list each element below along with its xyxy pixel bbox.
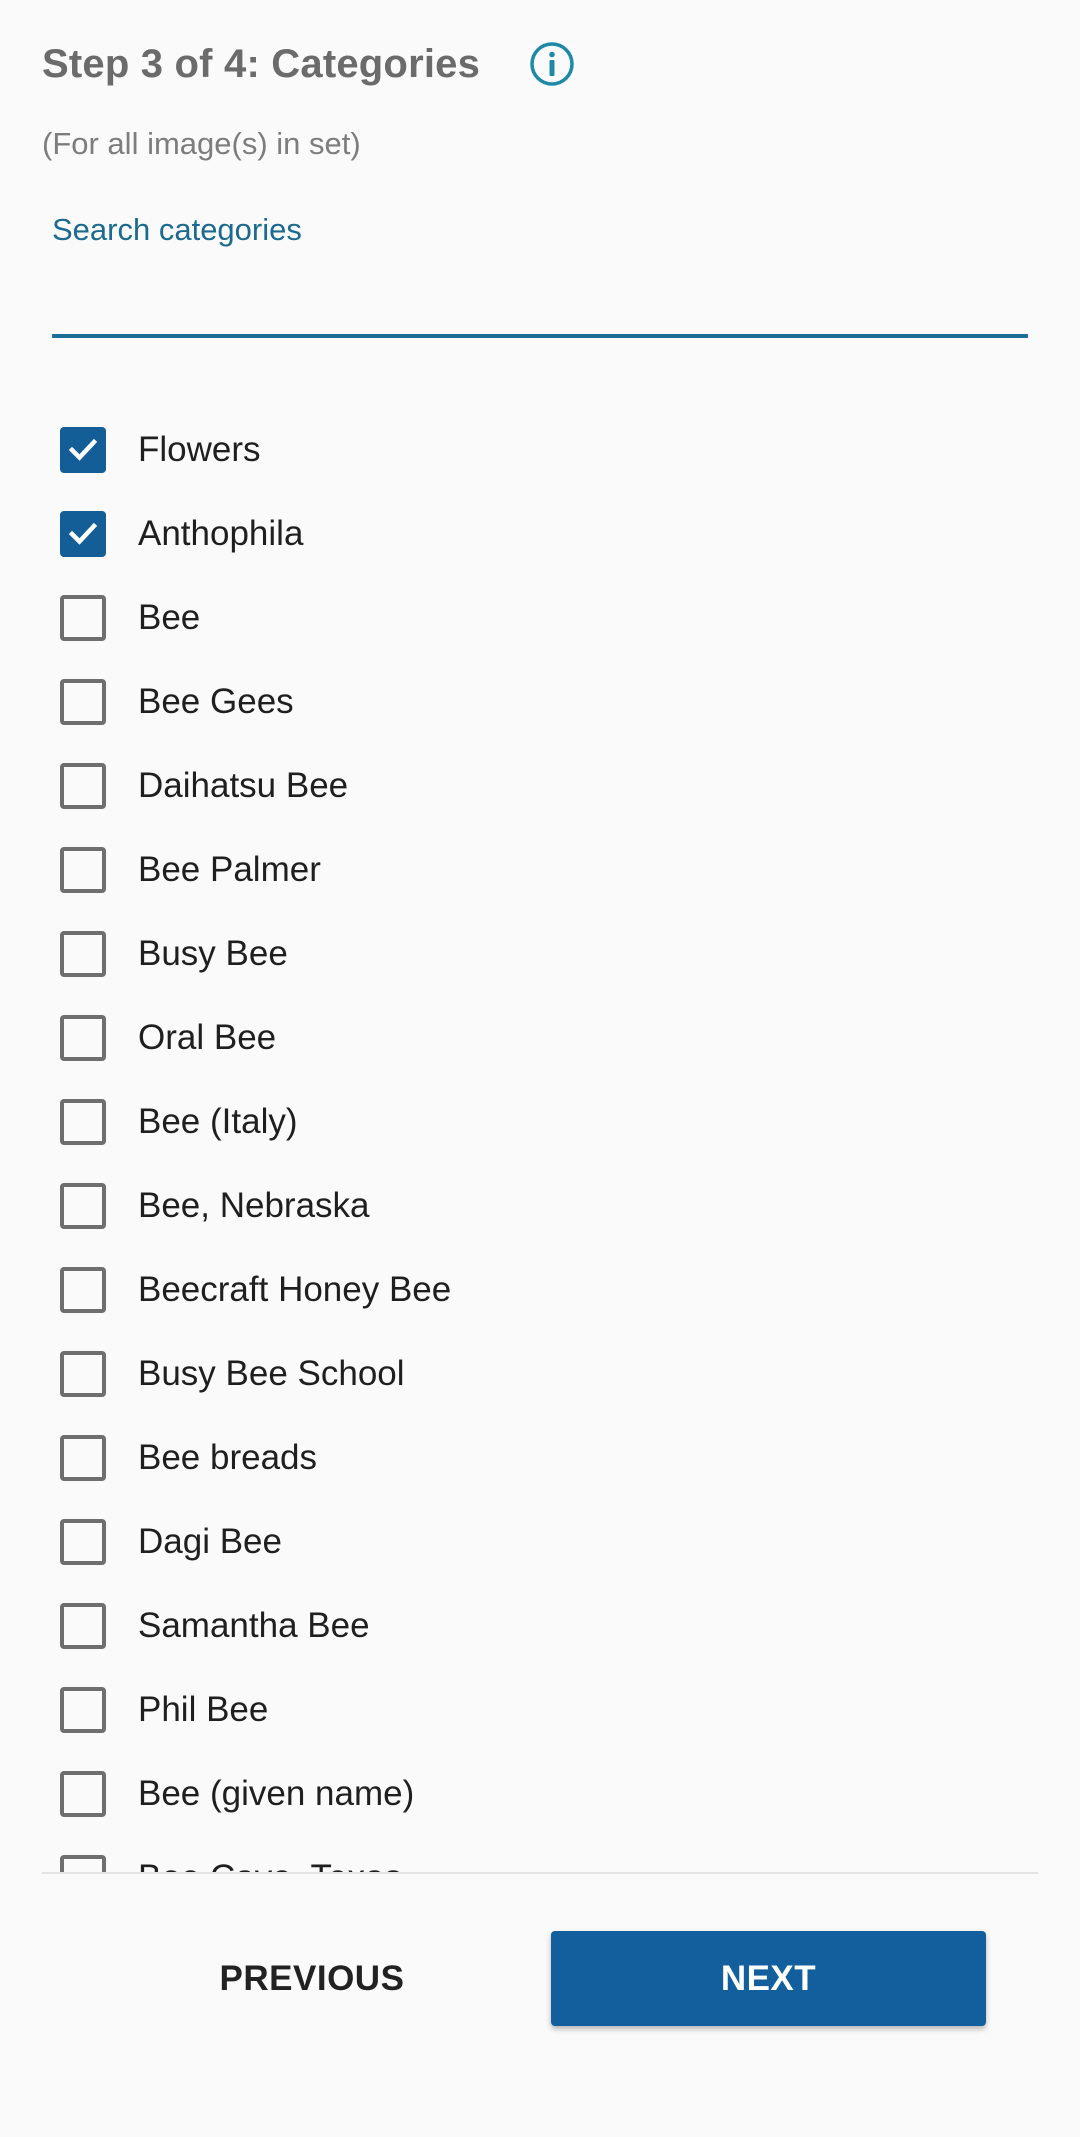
category-label: Bee Cave, Texas xyxy=(138,1858,402,1872)
list-item[interactable]: Bee Gees xyxy=(0,660,1080,744)
category-label: Daihatsu Bee xyxy=(138,766,349,805)
category-list[interactable]: Flowers Anthophila Bee Bee Gees Daihatsu Bee… xyxy=(0,408,1080,1872)
category-label: Bee breads xyxy=(138,1438,318,1477)
category-label: Bee Gees xyxy=(138,682,294,721)
category-label: Busy Bee xyxy=(138,934,288,973)
category-checkbox[interactable] xyxy=(60,763,106,809)
category-label: Bee Palmer xyxy=(138,850,321,889)
list-item[interactable]: Oral Bee xyxy=(0,996,1080,1080)
list-item[interactable]: Busy Bee xyxy=(0,912,1080,996)
category-label: Anthophila xyxy=(138,514,304,553)
category-label: Phil Bee xyxy=(138,1690,269,1729)
category-checkbox[interactable] xyxy=(60,1687,106,1733)
category-checkbox[interactable] xyxy=(60,1099,106,1145)
category-checkbox[interactable] xyxy=(60,1435,106,1481)
list-item[interactable]: Beecraft Honey Bee xyxy=(0,1248,1080,1332)
upload-categories-screen: Step 3 of 4: Categories (For all image(s… xyxy=(0,0,1080,2137)
search-field: Search categories xyxy=(52,212,1028,346)
category-label: Dagi Bee xyxy=(138,1522,282,1561)
category-checkbox[interactable] xyxy=(60,931,106,977)
category-checkbox[interactable] xyxy=(60,1351,106,1397)
category-checkbox[interactable] xyxy=(60,679,106,725)
category-label: Busy Bee School xyxy=(138,1354,405,1393)
next-button[interactable]: NEXT xyxy=(551,1931,986,2026)
category-checkbox[interactable] xyxy=(60,847,106,893)
category-label: Bee (given name) xyxy=(138,1774,415,1813)
list-item[interactable]: Bee xyxy=(0,576,1080,660)
header: Step 3 of 4: Categories xyxy=(42,40,576,88)
list-item[interactable]: Bee, Nebraska xyxy=(0,1164,1080,1248)
category-checkbox[interactable] xyxy=(60,511,106,557)
list-item[interactable]: Flowers xyxy=(0,408,1080,492)
category-checkbox[interactable] xyxy=(60,1267,106,1313)
category-checkbox[interactable] xyxy=(60,595,106,641)
page-title: Step 3 of 4: Categories xyxy=(42,41,481,86)
category-checkbox[interactable] xyxy=(60,427,106,473)
search-input[interactable] xyxy=(52,264,1028,338)
search-label: Search categories xyxy=(52,212,302,247)
category-label: Beecraft Honey Bee xyxy=(138,1270,452,1309)
list-item[interactable]: Anthophila xyxy=(0,492,1080,576)
category-checkbox[interactable] xyxy=(60,1015,106,1061)
category-label: Bee, Nebraska xyxy=(138,1186,370,1225)
category-checkbox[interactable] xyxy=(60,1519,106,1565)
previous-button[interactable]: PREVIOUS xyxy=(152,1932,472,2026)
category-label: Oral Bee xyxy=(138,1018,277,1057)
category-checkbox[interactable] xyxy=(60,1603,106,1649)
page-subtitle: (For all image(s) in set) xyxy=(42,126,361,161)
category-list-items: Flowers Anthophila Bee Bee Gees Daihatsu Bee… xyxy=(0,408,1080,1872)
category-checkbox[interactable] xyxy=(60,1771,106,1817)
check-icon xyxy=(68,522,98,545)
category-label: Bee (Italy) xyxy=(138,1102,298,1141)
list-item[interactable]: Bee (Italy) xyxy=(0,1080,1080,1164)
list-item[interactable]: Bee Palmer xyxy=(0,828,1080,912)
list-item[interactable]: Bee Cave, Texas xyxy=(0,1836,1080,1872)
list-item[interactable]: Phil Bee xyxy=(0,1668,1080,1752)
list-item[interactable]: Busy Bee School xyxy=(0,1332,1080,1416)
list-item[interactable]: Dagi Bee xyxy=(0,1500,1080,1584)
category-label: Flowers xyxy=(138,430,261,469)
list-item[interactable]: Daihatsu Bee xyxy=(0,744,1080,828)
list-item[interactable]: Samantha Bee xyxy=(0,1584,1080,1668)
divider xyxy=(42,1872,1038,1874)
category-label: Bee xyxy=(138,598,201,637)
category-checkbox[interactable] xyxy=(60,1855,106,1872)
list-item[interactable]: Bee breads xyxy=(0,1416,1080,1500)
check-icon xyxy=(68,438,98,461)
category-label: Samantha Bee xyxy=(138,1606,370,1645)
list-item[interactable]: Bee (given name) xyxy=(0,1752,1080,1836)
category-checkbox[interactable] xyxy=(60,1183,106,1229)
info-icon[interactable] xyxy=(528,40,576,88)
